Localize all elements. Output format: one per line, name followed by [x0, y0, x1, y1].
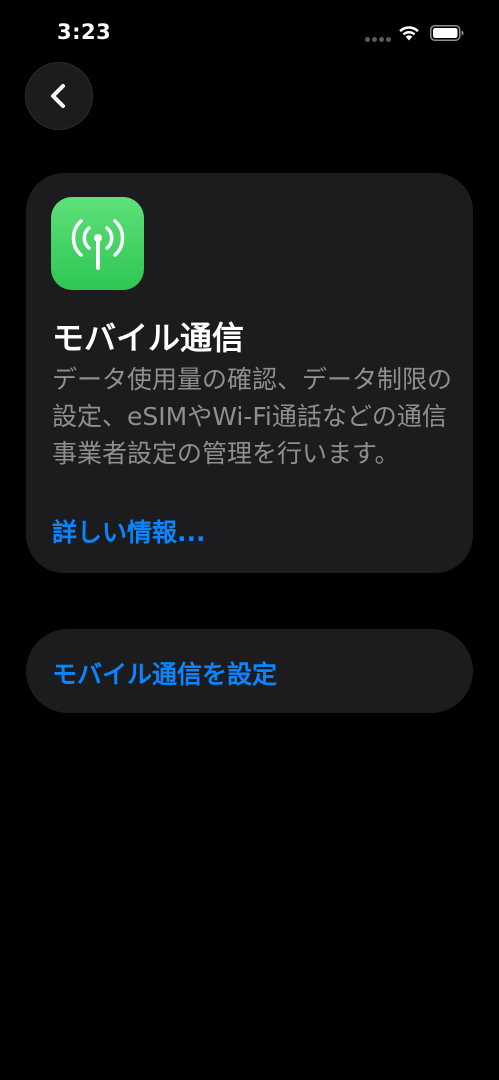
back-button[interactable] [25, 62, 93, 130]
cellular-antenna-icon [51, 197, 144, 290]
chevron-left-icon [51, 84, 65, 108]
setup-cellular-button[interactable]: モバイル通信を設定 [26, 629, 473, 713]
cellular-info-card: モバイル通信 データ使用量の確認、データ制限の設定、eSIMやWi-Fi通話など… [26, 173, 473, 573]
card-title: モバイル通信 [52, 319, 245, 357]
learn-more-link[interactable]: 詳しい情報... [52, 513, 206, 549]
battery-icon [430, 25, 464, 41]
signal-dots-icon [365, 37, 391, 43]
card-description: データ使用量の確認、データ制限の設定、eSIMやWi-Fi通話などの通信事業者設… [52, 365, 453, 468]
status-time: 3:23 [57, 20, 112, 44]
setup-cellular-label: モバイル通信を設定 [52, 660, 278, 689]
wifi-icon [399, 26, 419, 41]
status-bar: 3:23 [0, 0, 499, 66]
